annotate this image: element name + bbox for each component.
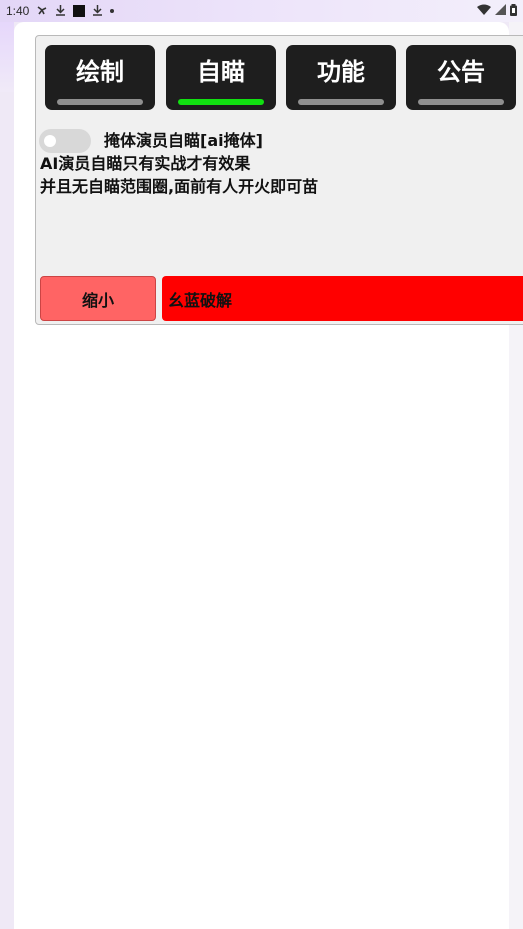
status-bar: 1:40 — [0, 0, 523, 22]
status-time: 1:40 — [6, 4, 30, 18]
tab-aimbot[interactable]: 自瞄 — [166, 45, 276, 110]
tab-draw[interactable]: 绘制 — [45, 45, 155, 110]
cheat-menu-panel: 绘制 自瞄 功能 公告 掩体演员自瞄[ai掩体] AI演员自瞄只有实战才有效果 … — [35, 35, 523, 325]
toggle-knob — [44, 135, 56, 147]
tab-label: 绘制 — [76, 58, 124, 86]
tab-indicator — [57, 99, 143, 105]
shrink-button[interactable]: 缩小 — [40, 276, 156, 321]
description-line-1: AI演员自瞄只有实战才有效果 — [40, 154, 251, 173]
square-app-icon — [73, 5, 86, 17]
download-icon — [92, 4, 103, 18]
cover-aimbot-toggle[interactable] — [39, 129, 91, 153]
tab-label: 功能 — [317, 58, 365, 86]
tab-indicator — [418, 99, 504, 105]
crack-button[interactable]: 幺蓝破解 — [162, 276, 523, 321]
tab-indicator-active — [178, 99, 264, 105]
status-right — [477, 3, 517, 19]
battery-icon — [510, 3, 517, 19]
tab-label: 自瞄 — [197, 58, 245, 86]
tab-announcement[interactable]: 公告 — [406, 45, 516, 110]
status-left: 1:40 — [6, 4, 115, 18]
signal-icon — [495, 4, 506, 18]
description-line-2: 并且无自瞄范围圈,面前有人开火即可苗 — [40, 177, 319, 196]
background-tint — [0, 22, 14, 92]
dot-icon — [110, 9, 115, 13]
tab-label: 公告 — [437, 58, 485, 86]
cover-aimbot-label: 掩体演员自瞄[ai掩体] — [104, 131, 263, 150]
wifi-icon — [477, 4, 491, 18]
download-icon — [55, 4, 66, 18]
tab-features[interactable]: 功能 — [286, 45, 396, 110]
fan-icon — [36, 4, 48, 18]
tab-indicator — [298, 99, 384, 105]
